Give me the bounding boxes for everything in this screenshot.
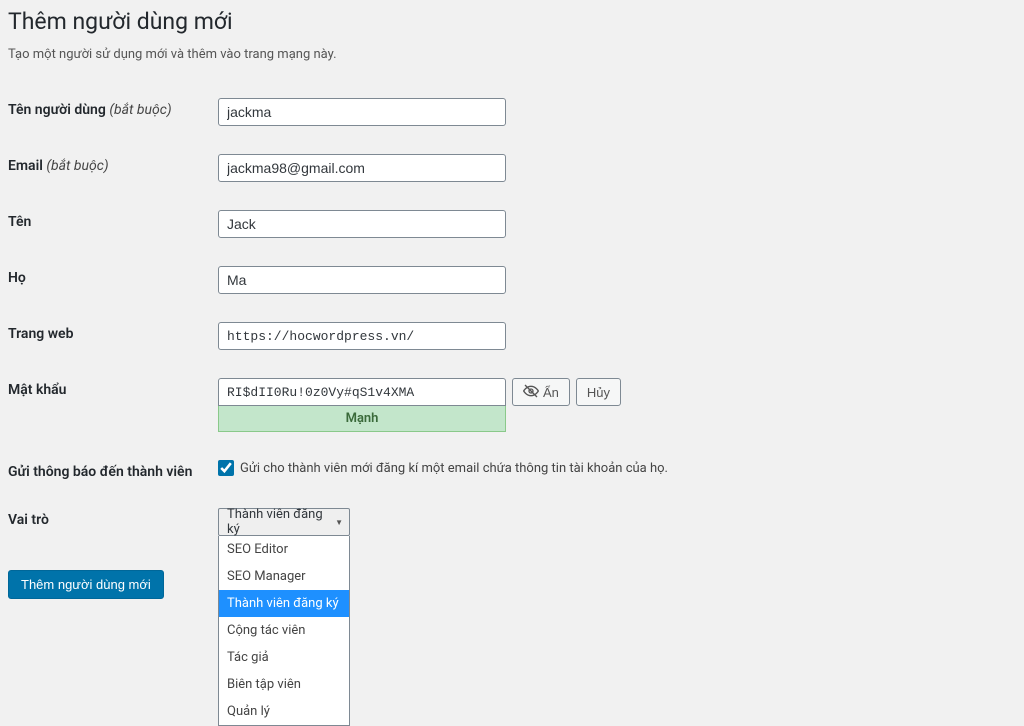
username-field[interactable]: [218, 98, 506, 126]
add-user-button[interactable]: Thêm người dùng mới: [8, 570, 164, 599]
role-option[interactable]: Cộng tác viên: [219, 617, 349, 644]
password-strength-indicator: Mạnh: [218, 406, 506, 432]
role-option[interactable]: Tác giả: [219, 644, 349, 671]
label-notify: Gửi thông báo đến thành viên: [8, 446, 218, 494]
label-firstname: Tên: [8, 196, 218, 252]
label-password: Mật khẩu: [8, 364, 218, 446]
label-website: Trang web: [8, 308, 218, 364]
role-option[interactable]: Thành viên đăng ký: [219, 590, 349, 617]
label-username: Tên người dùng (bắt buộc): [8, 84, 218, 140]
role-option[interactable]: SEO Manager: [219, 563, 349, 590]
label-email: Email (bắt buộc): [8, 140, 218, 196]
cancel-password-button[interactable]: Hủy: [576, 378, 621, 406]
role-dropdown: SEO Editor SEO Manager Thành viên đăng k…: [218, 536, 350, 726]
role-option[interactable]: Biên tập viên: [219, 671, 349, 698]
notify-text: Gửi cho thành viên mới đăng kí một email…: [240, 461, 668, 476]
email-field[interactable]: [218, 154, 506, 182]
role-option[interactable]: SEO Editor: [219, 536, 349, 563]
role-option[interactable]: Quản lý: [219, 698, 349, 725]
label-role: Vai trò: [8, 494, 218, 550]
page-subtitle: Tạo một người sử dụng mới và thêm vào tr…: [8, 47, 1016, 62]
page-title: Thêm người dùng mới: [8, 8, 1016, 35]
password-field[interactable]: [218, 378, 506, 406]
notify-checkbox[interactable]: [218, 460, 234, 476]
label-lastname: Họ: [8, 252, 218, 308]
firstname-field[interactable]: [218, 210, 506, 238]
eye-slash-icon: [523, 383, 539, 402]
role-select[interactable]: Thành viên đăng ký: [218, 508, 350, 536]
hide-password-button[interactable]: Ẩn: [512, 378, 570, 406]
lastname-field[interactable]: [218, 266, 506, 294]
website-field[interactable]: [218, 322, 506, 350]
notify-checkbox-row[interactable]: Gửi cho thành viên mới đăng kí một email…: [218, 460, 1016, 476]
